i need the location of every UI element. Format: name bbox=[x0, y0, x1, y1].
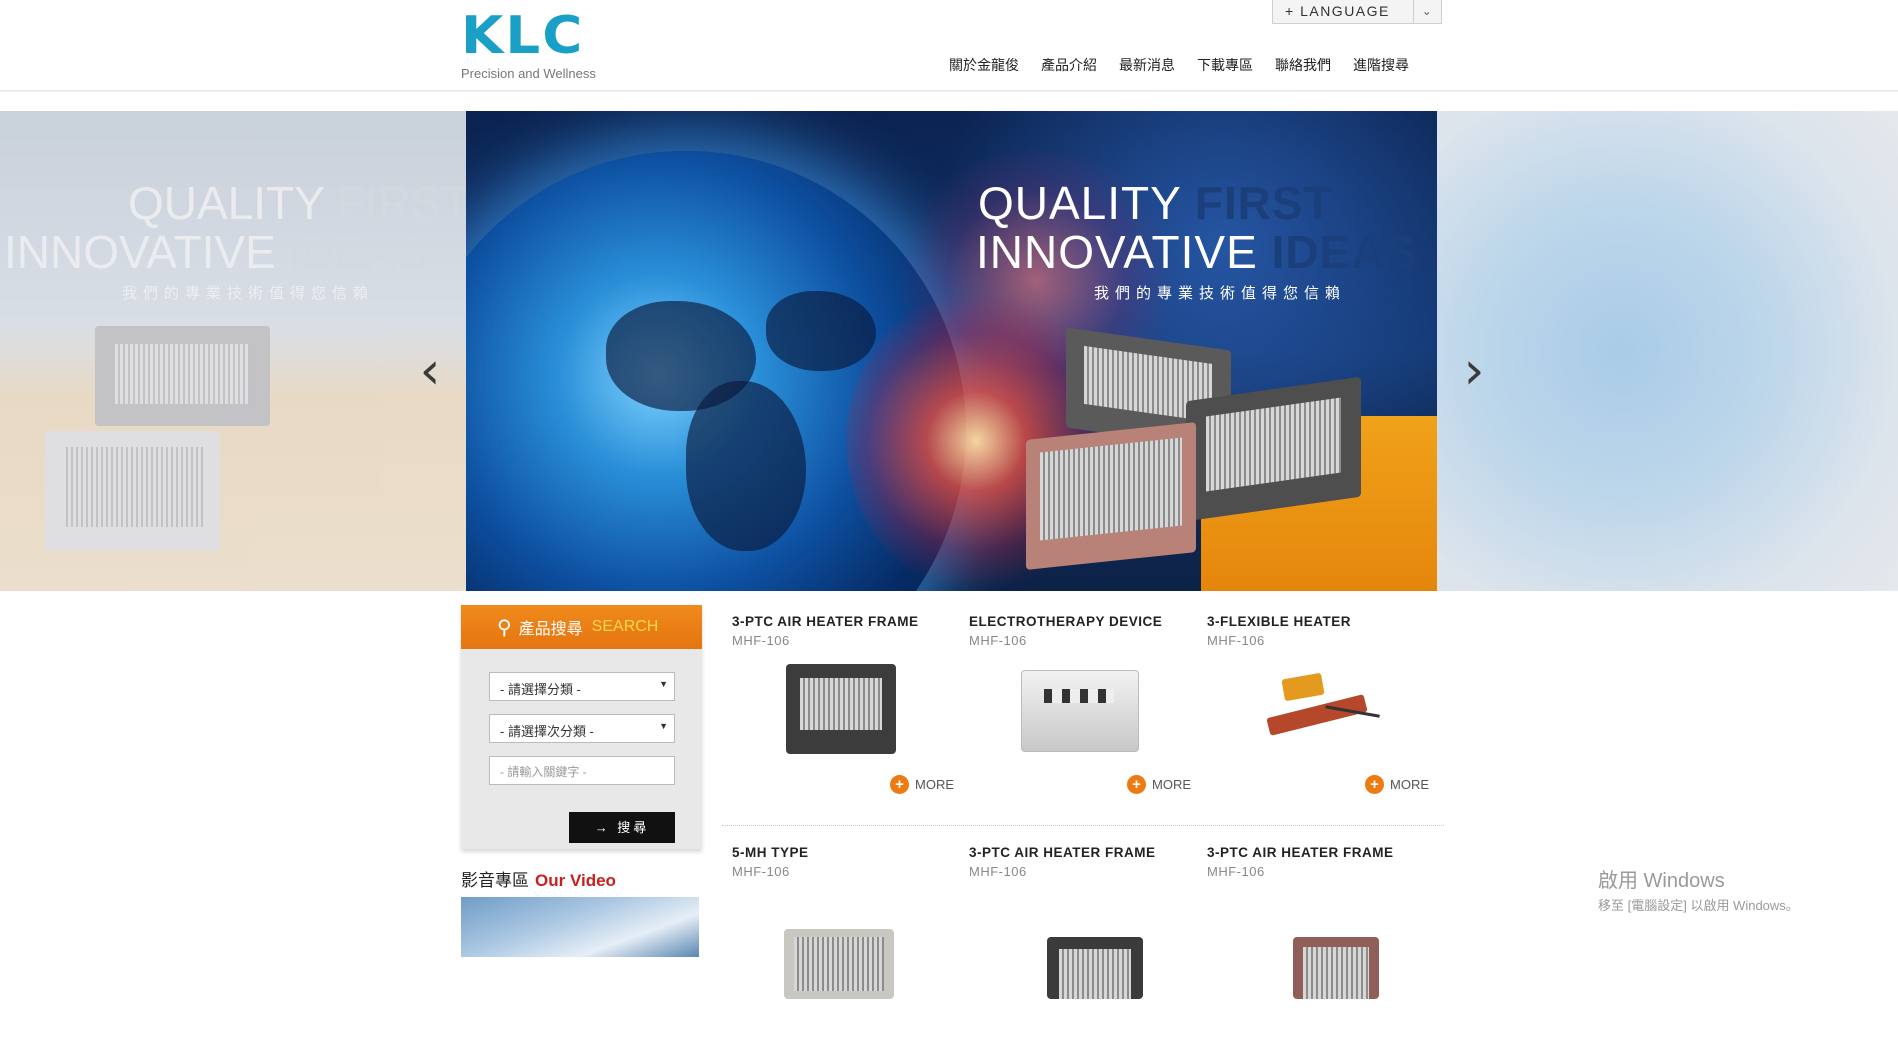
banner-headline-line2: INNOVATIVE IDEAS bbox=[976, 226, 1418, 278]
banner-prev-line2: INNOVATIVE IDEAS bbox=[4, 226, 427, 278]
banner-heater-dark-front bbox=[1186, 376, 1361, 522]
product-code: MHF-106 bbox=[732, 633, 790, 648]
more-label: MORE bbox=[1152, 777, 1191, 792]
search-title-zh: 產品搜尋 bbox=[518, 621, 583, 638]
keyword-input[interactable]: - 請輸入關鍵字 - bbox=[489, 756, 675, 785]
product-title[interactable]: ELECTROTHERAPY DEVICE bbox=[969, 614, 1199, 629]
logo-tagline: Precision and Wellness bbox=[461, 66, 596, 81]
banner-headline-line1: QUALITY FIRST bbox=[978, 177, 1333, 229]
nav-item-about[interactable]: 關於金龍俊 bbox=[938, 55, 1030, 75]
product-code: MHF-106 bbox=[969, 864, 1027, 879]
product-card[interactable]: ELECTROTHERAPY DEVICE MHF-106 + MORE bbox=[969, 614, 1199, 814]
more-link[interactable]: + MORE bbox=[890, 775, 954, 794]
product-image[interactable] bbox=[1245, 889, 1385, 999]
product-title[interactable]: 3-PTC AIR HEATER FRAME bbox=[1207, 845, 1437, 860]
subcategory-select-value: - 請選擇次分類 - bbox=[500, 724, 594, 739]
category-select-value: - 請選擇分類 - bbox=[500, 682, 581, 697]
product-title[interactable]: 5-MH TYPE bbox=[732, 845, 962, 860]
dropdown-triangle-icon: ▼ bbox=[659, 721, 668, 731]
chevron-left-icon: ‹ bbox=[419, 341, 441, 401]
language-label: + LANGUAGE bbox=[1285, 3, 1390, 19]
dropdown-triangle-icon: ▼ bbox=[659, 679, 668, 689]
product-code: MHF-106 bbox=[1207, 864, 1265, 879]
banner-prev-product-image-2 bbox=[45, 431, 220, 551]
banner-prev-line1: QUALITY FIRST bbox=[128, 177, 470, 229]
hero-banner: QUALITY FIRST INNOVATIVE IDEAS 我們的專業技術值得… bbox=[0, 111, 1898, 591]
product-title[interactable]: 3-PTC AIR HEATER FRAME bbox=[732, 614, 962, 629]
banner-prev-product-image bbox=[95, 326, 270, 426]
banner-next-button[interactable]: › bbox=[1454, 341, 1494, 401]
subcategory-select[interactable]: - 請選擇次分類 - ▼ bbox=[489, 714, 675, 743]
main-nav: 關於金龍俊 產品介紹 最新消息 下載專區 聯絡我們 進階搜尋 bbox=[938, 55, 1420, 75]
product-title[interactable]: 3-PTC AIR HEATER FRAME bbox=[969, 845, 1199, 860]
product-card[interactable]: 5-MH TYPE MHF-106 bbox=[732, 845, 962, 1045]
product-code: MHF-106 bbox=[969, 633, 1027, 648]
nav-item-products[interactable]: 產品介紹 bbox=[1030, 55, 1108, 75]
banner-prev-button[interactable]: ‹ bbox=[410, 341, 450, 401]
more-label: MORE bbox=[915, 777, 954, 792]
chevron-right-icon: › bbox=[1463, 341, 1485, 401]
more-label: MORE bbox=[1390, 777, 1429, 792]
banner-prev-slide-preview: QUALITY FIRST INNOVATIVE IDEAS 我們的專業技術值得… bbox=[0, 111, 470, 591]
banner-heater-copper bbox=[1026, 422, 1196, 570]
banner-prev-subtitle: 我們的專業技術值得您信賴 bbox=[122, 285, 375, 302]
product-row-divider bbox=[722, 825, 1444, 826]
product-code: MHF-106 bbox=[732, 864, 790, 879]
product-card[interactable]: 3-PTC AIR HEATER FRAME MHF-106 bbox=[1207, 845, 1437, 1045]
nav-item-news[interactable]: 最新消息 bbox=[1108, 55, 1186, 75]
video-section-title: 影音專區 Our Video bbox=[461, 866, 616, 891]
header-divider bbox=[0, 90, 1898, 92]
search-icon: ⚲ bbox=[497, 615, 512, 639]
banner-subtitle: 我們的專業技術值得您信賴 bbox=[1094, 285, 1347, 302]
product-card[interactable]: 3-PTC AIR HEATER FRAME MHF-106 bbox=[969, 845, 1199, 1045]
product-card[interactable]: 3-PTC AIR HEATER FRAME MHF-106 + MORE bbox=[732, 614, 962, 814]
search-submit-button[interactable]: → 搜尋 bbox=[569, 812, 675, 843]
search-panel-header: ⚲ 產品搜尋 SEARCH bbox=[461, 605, 702, 649]
product-image[interactable] bbox=[770, 889, 910, 999]
plus-icon: + bbox=[1127, 775, 1146, 794]
video-title-zh: 影音專區 bbox=[461, 871, 529, 890]
nav-item-contact[interactable]: 聯絡我們 bbox=[1264, 55, 1342, 75]
language-dropdown[interactable]: + LANGUAGE ⌄ bbox=[1272, 0, 1442, 24]
product-code: MHF-106 bbox=[1207, 633, 1265, 648]
plus-icon: + bbox=[1365, 775, 1384, 794]
nav-item-downloads[interactable]: 下載專區 bbox=[1186, 55, 1264, 75]
more-link[interactable]: + MORE bbox=[1365, 775, 1429, 794]
logo-mark: KLC bbox=[461, 6, 585, 66]
site-logo[interactable]: KLC Precision and Wellness bbox=[461, 10, 621, 85]
product-card[interactable]: 3-FLEXIBLE HEATER MHF-106 + MORE bbox=[1207, 614, 1437, 814]
video-title-en: Our Video bbox=[535, 871, 616, 890]
product-image[interactable] bbox=[1007, 658, 1147, 768]
product-image[interactable] bbox=[770, 658, 910, 768]
product-image[interactable] bbox=[1245, 658, 1385, 768]
chevron-down-icon: ⌄ bbox=[1413, 0, 1441, 23]
product-title[interactable]: 3-FLEXIBLE HEATER bbox=[1207, 614, 1437, 629]
watermark-line1: 啟用 Windows bbox=[1598, 870, 1725, 892]
windows-activation-watermark: 啟用 Windows 移至 [電腦設定] 以啟用 Windows。 bbox=[1598, 864, 1799, 914]
product-image[interactable] bbox=[1007, 889, 1147, 999]
plus-icon: + bbox=[890, 775, 909, 794]
more-link[interactable]: + MORE bbox=[1127, 775, 1191, 794]
nav-item-advanced-search[interactable]: 進階搜尋 bbox=[1342, 55, 1420, 75]
site-header: KLC Precision and Wellness + LANGUAGE ⌄ … bbox=[0, 0, 1898, 92]
banner-active-slide: QUALITY FIRST INNOVATIVE IDEAS 我們的專業技術值得… bbox=[466, 111, 1437, 591]
watermark-line2: 移至 [電腦設定] 以啟用 Windows。 bbox=[1598, 898, 1799, 913]
product-search-panel: ⚲ 產品搜尋 SEARCH - 請選擇分類 - ▼ - 請選擇次分類 - ▼ -… bbox=[461, 605, 702, 849]
search-title-en: SEARCH bbox=[591, 618, 659, 635]
category-select[interactable]: - 請選擇分類 - ▼ bbox=[489, 672, 675, 701]
banner-next-slide-preview bbox=[1437, 111, 1898, 591]
video-thumbnail[interactable] bbox=[461, 897, 699, 957]
